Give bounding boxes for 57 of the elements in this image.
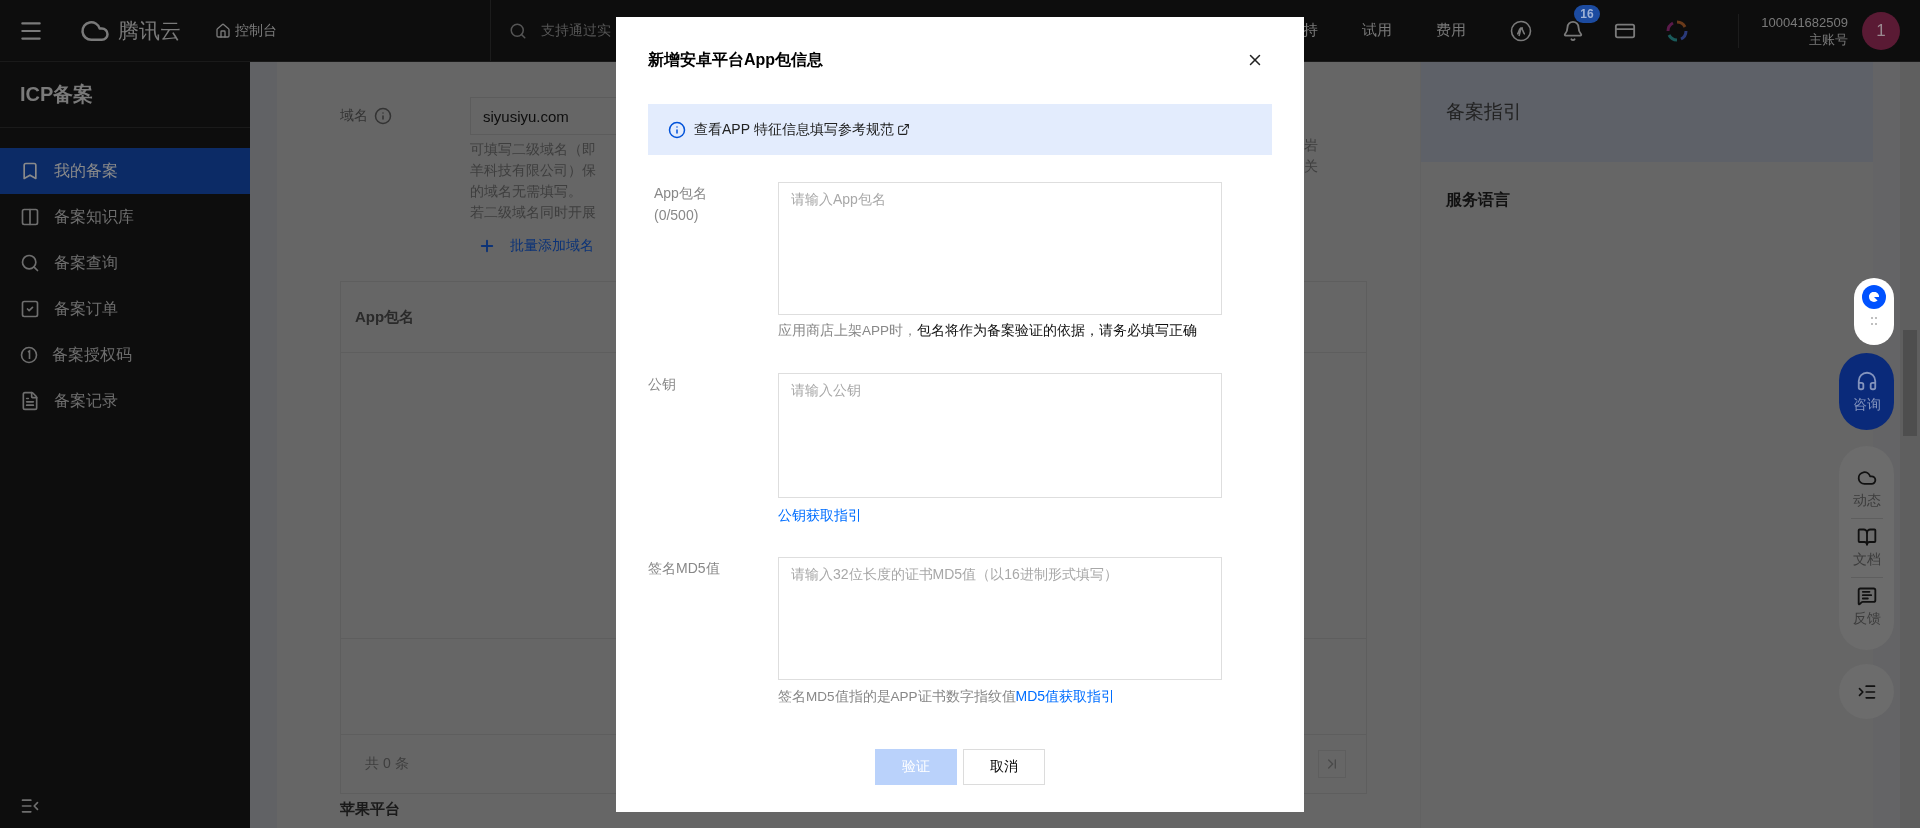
sidebar-item[interactable]: 我的备案 (0, 148, 250, 194)
text-area-field[interactable]: 请输入App包名 (778, 182, 1222, 315)
section-title: 服务语言 (1446, 191, 1510, 208)
sidebar-item-icon (20, 391, 40, 411)
field-label: App包名 (654, 184, 707, 203)
sidebar-item-icon (20, 207, 40, 227)
info-icon (374, 107, 392, 125)
avatar[interactable]: 1 (1862, 11, 1900, 50)
console-link[interactable]: 控制台 (215, 21, 277, 40)
text-area-field[interactable]: 请输入32位长度的证书MD5值（以16进制形式填写） (778, 557, 1222, 680)
guide-title: 备案指引 (1446, 100, 1522, 124)
swirl-icon[interactable] (1510, 19, 1533, 42)
sidebar-item-icon (20, 253, 40, 273)
field-label: 签名MD5值 (648, 559, 720, 578)
guide-link[interactable]: 公钥获取指引 (778, 505, 862, 525)
notice-link[interactable]: 查看APP 特征信息填写参考规范 (694, 120, 910, 139)
book-icon (1856, 527, 1877, 547)
column-header: App包名 (355, 307, 415, 327)
cloud-icon (1856, 468, 1877, 488)
sidebar-item-icon (20, 299, 40, 319)
nav-link[interactable]: 持 (1303, 21, 1319, 40)
sidebar-item-icon (20, 161, 40, 181)
bell-icon[interactable] (1562, 19, 1585, 42)
field-label: 公钥 (648, 375, 676, 394)
color-logo-icon[interactable] (1666, 19, 1689, 42)
info-icon (668, 120, 686, 139)
dialog-title: 新增安卓平台App包信息 (648, 49, 824, 70)
sidebar-item[interactable]: 备案记录 (0, 378, 250, 424)
cancel-button[interactable]: 取消 (963, 749, 1045, 785)
help-text: 签名MD5值指的是APP证书数字指纹值MD5值获取指引 (778, 687, 1117, 706)
message-icon (1856, 586, 1877, 606)
drag-handle-icon[interactable] (1870, 317, 1877, 325)
home-icon (215, 22, 231, 39)
chat-bubble-icon (1861, 285, 1886, 309)
nav-link[interactable]: 试用 (1362, 21, 1393, 40)
search-icon (509, 21, 527, 40)
sidebar-item[interactable]: 备案授权码 (0, 332, 250, 378)
circle-icon (20, 346, 38, 364)
sidebar-item[interactable]: 备案订单 (0, 286, 250, 332)
headset-icon (1855, 369, 1878, 392)
collapse-icon[interactable] (20, 796, 40, 816)
sidebar-item[interactable]: 备案知识库 (0, 194, 250, 240)
account-role: 主账号 (1809, 30, 1848, 48)
notification-badge: 16 (1574, 4, 1600, 23)
sidebar-item[interactable]: 备案查询 (0, 240, 250, 286)
domain-field[interactable]: siyusiyu.com (470, 97, 616, 135)
add-domains-link[interactable]: 批量添加域名 (478, 237, 616, 255)
text-area-field[interactable]: 请输入公钥 (778, 373, 1222, 498)
char-counter: (0/500) (654, 206, 699, 225)
external-link-icon (896, 123, 910, 136)
plus-icon (478, 237, 496, 255)
account-id: 100041682509 (1761, 13, 1848, 31)
guide-link[interactable]: MD5值获取指引 (1015, 688, 1116, 704)
brand-name: 腾讯云 (118, 17, 181, 44)
help-text: 应用商店上架APP时，包名将作为备案验证的依据，请务必填写正确 (778, 322, 1198, 340)
nav-link[interactable]: 费用 (1436, 21, 1467, 40)
section-title: 苹果平台 (340, 800, 401, 819)
